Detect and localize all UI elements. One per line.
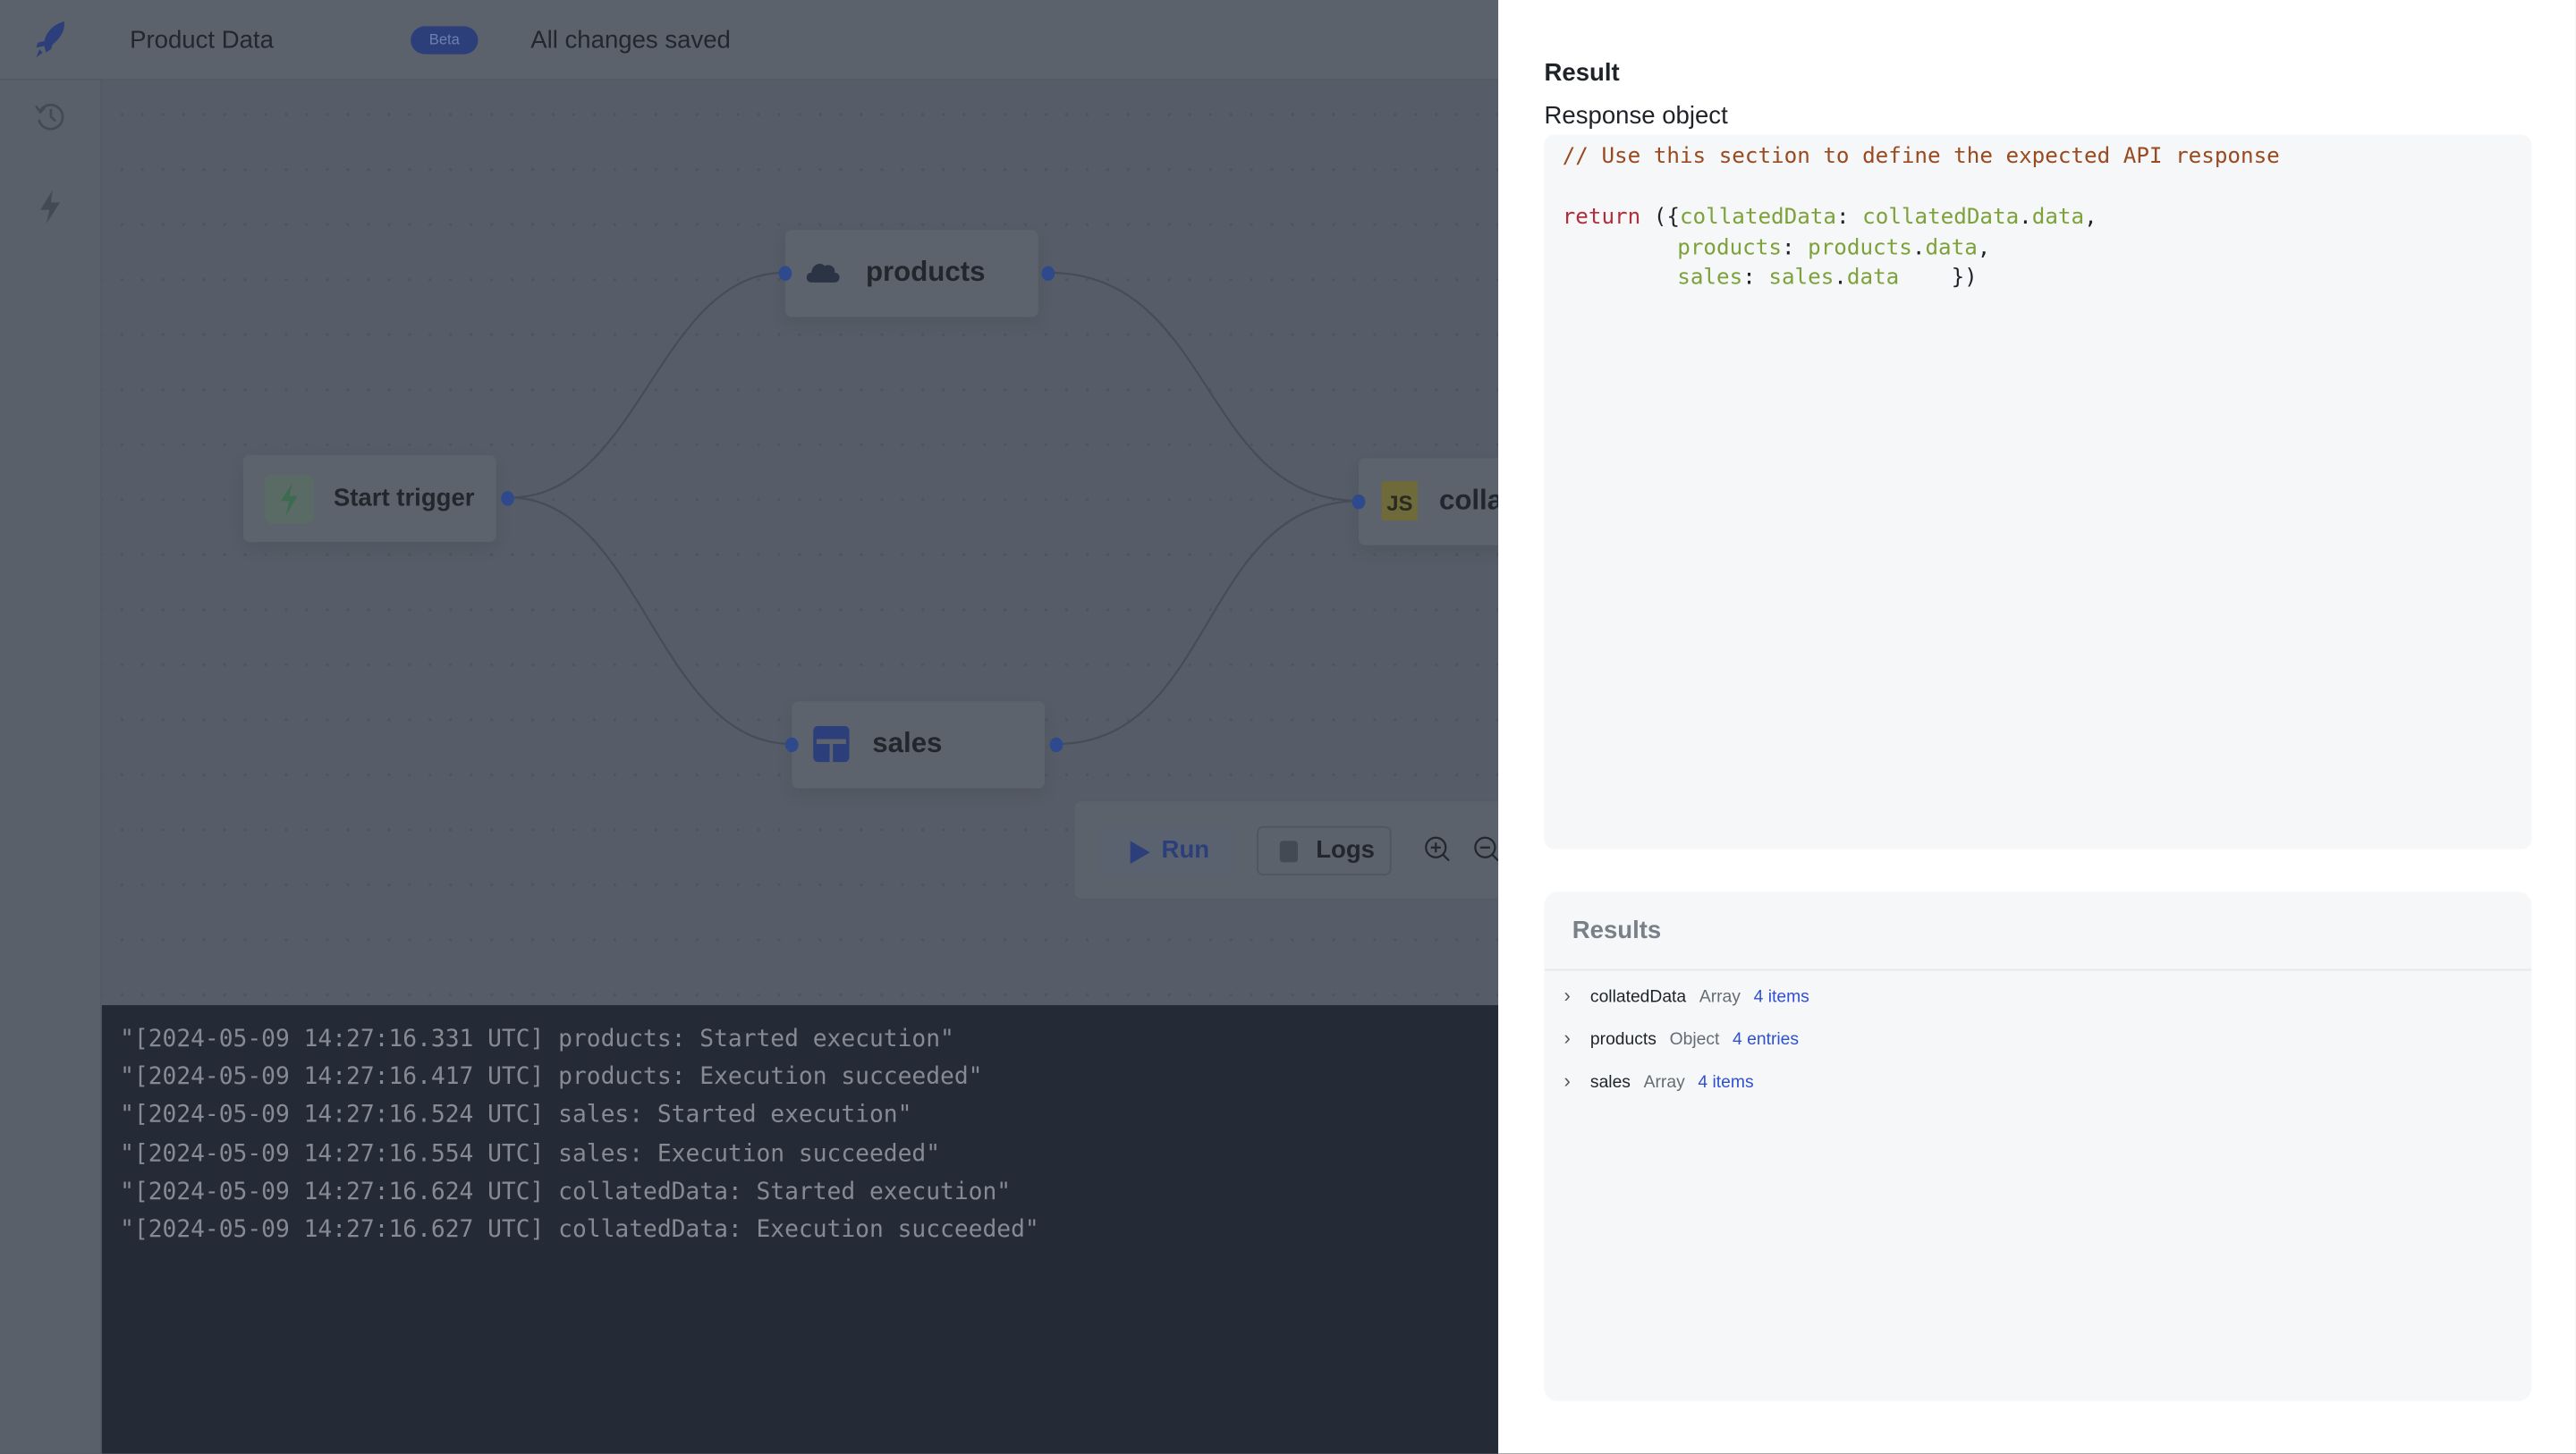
result-panel: Result Response object // Use this secti…: [1498, 0, 2576, 1454]
execution-logs-panel: "[2024-05-09 14:27:16.331 UTC] products:…: [101, 1005, 1499, 1454]
results-box: Results › collatedData Array 4 items › produ…: [1544, 892, 2532, 1401]
response-object-label: Response object: [1544, 101, 1728, 131]
node-output-handle[interactable]: [1041, 266, 1055, 282]
node-label: products: [865, 256, 986, 288]
node-products[interactable]: products: [784, 230, 1038, 317]
results-title: Results: [1572, 916, 1662, 945]
trigger-icon-box: [264, 474, 314, 524]
divider: [1544, 968, 2532, 971]
logs-icon: [1279, 841, 1298, 863]
chevron-right-icon[interactable]: ›: [1564, 1027, 1584, 1050]
js-icon: JS: [1381, 481, 1419, 521]
node-start-trigger[interactable]: Start trigger: [242, 454, 496, 543]
code-comment: // Use this section to define the expect…: [1562, 144, 2280, 170]
code-line: products: products.data,: [1677, 236, 1991, 262]
node-output-handle[interactable]: [1049, 737, 1063, 753]
panel-heading: Result: [1544, 59, 1620, 88]
log-line: "[2024-05-09 14:27:16.554 UTC] sales: Ex…: [120, 1141, 941, 1168]
node-input-handle[interactable]: [778, 266, 792, 282]
log-line: "[2024-05-09 14:27:16.627 UTC] collatedD…: [120, 1216, 1039, 1244]
node-sales[interactable]: sales: [792, 701, 1046, 789]
log-line: "[2024-05-09 14:27:16.624 UTC] collatedD…: [120, 1179, 1012, 1206]
rest-cloud-icon: [806, 263, 840, 283]
run-label: Run: [1161, 835, 1210, 865]
code-line: return ({collatedData: collatedData.data…: [1562, 205, 2097, 231]
result-item-products[interactable]: › products Object 4 entries: [1564, 1027, 1800, 1050]
result-item-sales[interactable]: › sales Array 4 items: [1564, 1069, 1754, 1093]
result-item-collateddata[interactable]: › collatedData Array 4 items: [1564, 984, 1809, 1007]
node-label: sales: [872, 727, 943, 759]
log-line: "[2024-05-09 14:27:16.524 UTC] sales: St…: [120, 1102, 912, 1129]
chevron-right-icon[interactable]: ›: [1564, 1069, 1584, 1093]
zoom-out-icon[interactable]: [1472, 834, 1502, 864]
node-input-handle[interactable]: [1352, 494, 1366, 510]
logs-button[interactable]: Logs: [1257, 825, 1392, 875]
run-button[interactable]: Run: [1098, 825, 1234, 875]
canvas-toolbar: Run Logs: [1072, 799, 1520, 900]
node-output-handle[interactable]: [501, 491, 514, 506]
table-icon: [813, 725, 850, 763]
play-icon: [1130, 841, 1150, 865]
lightning-icon: [281, 482, 298, 516]
node-label: Start trigger: [333, 484, 475, 513]
node-label: colla: [1438, 484, 1504, 516]
code-line: sales: sales.data }): [1677, 266, 1978, 292]
zoom-in-icon[interactable]: [1423, 834, 1453, 864]
chevron-right-icon[interactable]: ›: [1564, 984, 1584, 1007]
logs-label: Logs: [1316, 835, 1376, 865]
log-line: "[2024-05-09 14:27:16.331 UTC] products:…: [120, 1026, 954, 1053]
response-code-editor[interactable]: // Use this section to define the expect…: [1544, 134, 2532, 850]
log-line: "[2024-05-09 14:27:16.417 UTC] products:…: [120, 1064, 983, 1091]
node-input-handle[interactable]: [784, 737, 799, 753]
